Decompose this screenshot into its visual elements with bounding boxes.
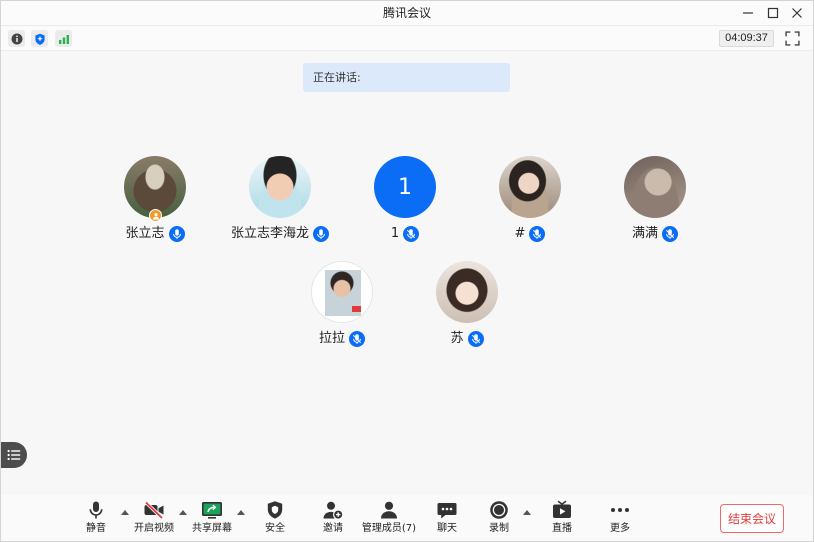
- shield-icon[interactable]: [31, 30, 48, 47]
- participant-tile[interactable]: 1 1: [340, 156, 470, 242]
- manage-members-label: 管理成员(7): [361, 523, 417, 534]
- participant-name: 张立志李海龙: [230, 226, 309, 241]
- participant-tile[interactable]: #: [465, 156, 595, 242]
- signal-icon[interactable]: [55, 30, 72, 47]
- avatar: [436, 261, 498, 323]
- record-button[interactable]: 录制: [469, 500, 529, 535]
- invite-label: 邀请: [323, 523, 343, 534]
- participant-name: 苏: [450, 331, 464, 346]
- avatar-image: [499, 156, 561, 218]
- invite-user-icon: [323, 501, 344, 520]
- mic-muted-icon: [529, 225, 546, 242]
- avatar-image: [311, 261, 373, 323]
- window-title: 腾讯会议: [382, 6, 431, 20]
- participant-name-row: #: [515, 225, 546, 242]
- participant-name: #: [514, 226, 526, 241]
- title-bar: 腾讯会议: [0, 0, 814, 26]
- participant-tile[interactable]: 苏: [402, 261, 532, 347]
- meeting-toolbar: 静音 开启视频 共享屏幕 安全 邀请 管理成员(7) 聊天 录制 直播 更多 结…: [0, 495, 814, 542]
- avatar-image: [249, 156, 311, 218]
- chat-button[interactable]: 聊天: [417, 500, 477, 535]
- live-icon: [553, 500, 571, 518]
- invite-button[interactable]: 邀请: [303, 500, 363, 535]
- mic-icon: [89, 501, 103, 519]
- mute-label: 静音: [86, 523, 106, 534]
- participant-name-row: 1: [390, 225, 420, 242]
- avatar-initial: 1: [374, 156, 436, 218]
- manage-members-button[interactable]: 管理成员(7): [359, 500, 419, 535]
- minimize-icon[interactable]: [741, 6, 755, 20]
- meeting-window: 腾讯会议 04:09:37 正在讲话: 张立志 张立志李海龙 1 1 # 满满 …: [0, 0, 814, 542]
- more-icon: [611, 508, 629, 512]
- chat-icon: [437, 503, 457, 519]
- end-meeting-button[interactable]: 结束会议: [720, 504, 784, 533]
- host-icon: [149, 209, 162, 222]
- mic-icon: [313, 225, 329, 242]
- record-icon: [490, 501, 508, 519]
- video-off-icon: [144, 501, 164, 520]
- more-button[interactable]: 更多: [590, 500, 650, 535]
- close-icon[interactable]: [790, 6, 804, 20]
- mic-muted-icon: [403, 225, 420, 242]
- info-icon[interactable]: [8, 30, 25, 47]
- start-video-label: 开启视频: [134, 523, 174, 534]
- participant-name-row: 张立志李海龙: [231, 225, 329, 242]
- security-label: 安全: [265, 523, 285, 534]
- avatar-image: [436, 261, 498, 323]
- avatar-image: [624, 156, 686, 218]
- avatar: [249, 156, 311, 218]
- speaking-indicator: 正在讲话:: [303, 63, 510, 92]
- share-screen-icon: [202, 502, 222, 519]
- share-options-arrow-icon[interactable]: [237, 510, 245, 515]
- status-bar: 04:09:37: [0, 26, 814, 51]
- participant-name-row: 苏: [450, 330, 484, 347]
- avatar: [624, 156, 686, 218]
- avatar: [499, 156, 561, 218]
- share-screen-label: 共享屏幕: [192, 523, 232, 534]
- live-stream-label: 直播: [552, 523, 572, 534]
- members-icon: [381, 501, 397, 519]
- meeting-timer: 04:09:37: [719, 30, 774, 47]
- avatar: 1: [374, 156, 436, 218]
- shield-icon: [267, 501, 283, 519]
- participant-name: 拉拉: [318, 331, 345, 346]
- participant-tile[interactable]: 满满: [590, 156, 720, 242]
- mute-button[interactable]: 静音: [66, 500, 126, 535]
- participant-tile[interactable]: 张立志李海龙: [215, 156, 345, 242]
- mic-muted-icon: [467, 330, 484, 347]
- chat-label: 聊天: [437, 523, 457, 534]
- list-icon: [7, 449, 20, 461]
- participant-name-row: 满满: [632, 225, 678, 242]
- participant-tile[interactable]: 张立志: [90, 156, 220, 242]
- maximize-icon[interactable]: [766, 6, 780, 20]
- participant-name: 1: [390, 226, 400, 241]
- participant-name: 张立志: [125, 226, 165, 241]
- start-video-button[interactable]: 开启视频: [124, 500, 184, 535]
- fullscreen-icon[interactable]: [785, 31, 800, 46]
- more-label: 更多: [610, 523, 630, 534]
- mic-muted-icon: [662, 225, 678, 242]
- live-stream-button[interactable]: 直播: [532, 500, 592, 535]
- avatar: [311, 261, 373, 323]
- participant-name-row: 拉拉: [319, 330, 365, 347]
- record-label: 录制: [489, 523, 509, 534]
- participant-tile[interactable]: 拉拉: [277, 261, 407, 347]
- participant-name: 满满: [631, 226, 658, 241]
- security-button[interactable]: 安全: [245, 500, 305, 535]
- side-panel-toggle-button[interactable]: [0, 442, 27, 468]
- participant-name-row: 张立志: [125, 225, 185, 242]
- mic-muted-icon: [349, 330, 365, 347]
- share-screen-button[interactable]: 共享屏幕: [182, 500, 242, 535]
- record-options-arrow-icon[interactable]: [523, 510, 531, 515]
- avatar: [124, 156, 186, 222]
- mic-icon: [168, 225, 185, 242]
